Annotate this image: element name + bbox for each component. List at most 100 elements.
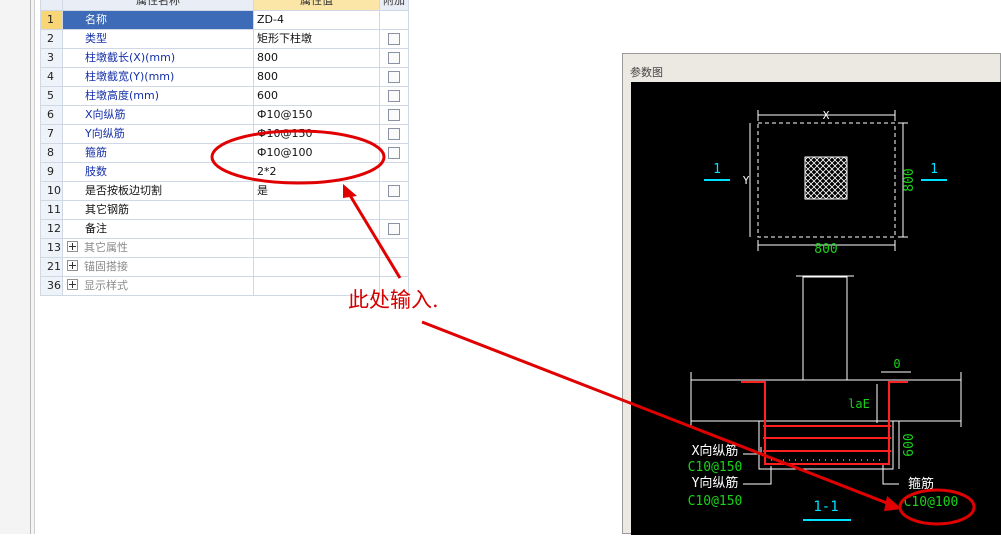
row-attach <box>379 181 409 201</box>
row-value[interactable]: 600 <box>253 86 380 106</box>
row-value[interactable]: 800 <box>253 67 380 87</box>
grid-header-row: 属性名称 属性值 附加 <box>40 0 409 11</box>
row-value[interactable]: 是 <box>253 181 380 201</box>
row-value <box>253 238 380 258</box>
expand-icon[interactable] <box>67 241 78 252</box>
row-num: 7 <box>40 124 63 144</box>
table-row[interactable]: 6 X向纵筋 Ф10@150 <box>40 105 409 125</box>
table-row[interactable]: 9 肢数 2*2 <box>40 162 409 182</box>
expand-icon[interactable] <box>67 260 78 271</box>
row-attach <box>379 10 409 30</box>
header-value[interactable]: 属性值 <box>253 0 380 11</box>
table-row[interactable]: 13 其它属性 <box>40 238 409 258</box>
stirrup-label: 箍筋 <box>908 476 934 492</box>
header-name[interactable]: 属性名称 <box>62 0 254 11</box>
plan-y-label: Y <box>743 174 750 187</box>
row-attach <box>379 238 409 258</box>
pier-outline <box>758 420 894 470</box>
row-attach <box>379 200 409 220</box>
plan-dim-800-v: 800 <box>902 168 917 191</box>
row-attach <box>379 48 409 68</box>
row-name[interactable]: 类型 <box>62 29 254 49</box>
section-mark-right: 1 <box>930 162 938 177</box>
row-value[interactable]: 2*2 <box>253 162 380 182</box>
row-num: 3 <box>40 48 63 68</box>
table-row[interactable]: 8 箍筋 Ф10@100 <box>40 143 409 163</box>
row-name[interactable]: Y向纵筋 <box>62 124 254 144</box>
cad-drawing: X Y 800 800 1 1 0 laE 600 X向纵筋 C10@150 Y… <box>688 109 962 521</box>
table-row[interactable]: 1 名称 ZD-4 <box>40 10 409 30</box>
plan-x-label: X <box>823 109 830 122</box>
attach-checkbox[interactable] <box>388 223 400 235</box>
row-group[interactable]: 显示样式 <box>62 276 254 296</box>
column-section <box>804 156 848 200</box>
row-num: 12 <box>40 219 63 239</box>
row-name[interactable]: X向纵筋 <box>62 105 254 125</box>
attach-checkbox[interactable] <box>388 52 400 64</box>
attach-checkbox[interactable] <box>388 33 400 45</box>
section-title: 1-1 <box>813 499 838 515</box>
row-num: 10 <box>40 181 63 201</box>
row-name[interactable]: 柱墩截长(X)(mm) <box>62 48 254 68</box>
row-name[interactable]: 是否按板边切割 <box>62 181 254 201</box>
header-attach[interactable]: 附加 <box>379 0 409 11</box>
attach-checkbox[interactable] <box>388 71 400 83</box>
row-attach <box>379 143 409 163</box>
table-row[interactable]: 10 是否按板边切割 是 <box>40 181 409 201</box>
row-name[interactable]: 柱墩截宽(Y)(mm) <box>62 67 254 87</box>
attach-checkbox[interactable] <box>388 90 400 102</box>
row-group[interactable]: 其它属性 <box>62 238 254 258</box>
table-row[interactable]: 4 柱墩截宽(Y)(mm) 800 <box>40 67 409 87</box>
row-attach <box>379 86 409 106</box>
row-name[interactable]: 柱墩高度(mm) <box>62 86 254 106</box>
stirrup-value: C10@100 <box>904 495 959 510</box>
table-row[interactable]: 2 类型 矩形下柱墩 <box>40 29 409 49</box>
row-num: 5 <box>40 86 63 106</box>
row-num: 2 <box>40 29 63 49</box>
row-value[interactable]: 800 <box>253 48 380 68</box>
table-row[interactable]: 3 柱墩截长(X)(mm) 800 <box>40 48 409 68</box>
row-name[interactable]: 备注 <box>62 219 254 239</box>
row-num: 9 <box>40 162 63 182</box>
y-rebar-label: Y向纵筋 <box>692 475 739 491</box>
expand-icon[interactable] <box>67 279 78 290</box>
row-value[interactable]: Ф10@150 <box>253 124 380 144</box>
table-row[interactable]: 7 Y向纵筋 Ф10@150 <box>40 124 409 144</box>
row-name[interactable]: 肢数 <box>62 162 254 182</box>
row-num: 21 <box>40 257 63 277</box>
row-group[interactable]: 锚固搭接 <box>62 257 254 277</box>
attach-checkbox[interactable] <box>388 185 400 197</box>
row-name[interactable]: 箍筋 <box>62 143 254 163</box>
row-value[interactable]: 矩形下柱墩 <box>253 29 380 49</box>
row-value[interactable] <box>253 219 380 239</box>
row-value[interactable]: ZD-4 <box>253 10 380 30</box>
row-attach <box>379 162 409 182</box>
table-row[interactable]: 11 其它钢筋 <box>40 200 409 220</box>
parameter-diagram-panel: 参数图 X Y 800 800 1 1 0 laE 600 X向纵筋 C10@1… <box>622 53 1001 535</box>
row-num: 8 <box>40 143 63 163</box>
annotation-note: 此处输入. <box>348 288 439 312</box>
row-name[interactable]: 其它钢筋 <box>62 200 254 220</box>
table-row[interactable]: 21 锚固搭接 <box>40 257 409 277</box>
column-elevation <box>802 276 848 381</box>
row-attach <box>379 257 409 277</box>
row-num: 1 <box>40 10 63 30</box>
row-attach <box>379 29 409 49</box>
table-row[interactable]: 12 备注 <box>40 219 409 239</box>
attach-checkbox[interactable] <box>388 128 400 140</box>
row-value[interactable]: Ф10@100 <box>253 143 380 163</box>
row-num: 11 <box>40 200 63 220</box>
row-attach <box>379 105 409 125</box>
row-value[interactable] <box>253 200 380 220</box>
row-name[interactable]: 名称 <box>62 10 254 30</box>
header-num <box>40 0 63 11</box>
attach-checkbox[interactable] <box>388 109 400 121</box>
row-num: 36 <box>40 276 63 296</box>
table-row[interactable]: 5 柱墩高度(mm) 600 <box>40 86 409 106</box>
attach-checkbox[interactable] <box>388 147 400 159</box>
row-attach <box>379 67 409 87</box>
row-value[interactable]: Ф10@150 <box>253 105 380 125</box>
dim-600-label: 600 <box>902 433 917 456</box>
panel-title: 参数图 <box>630 66 663 79</box>
row-attach <box>379 124 409 144</box>
